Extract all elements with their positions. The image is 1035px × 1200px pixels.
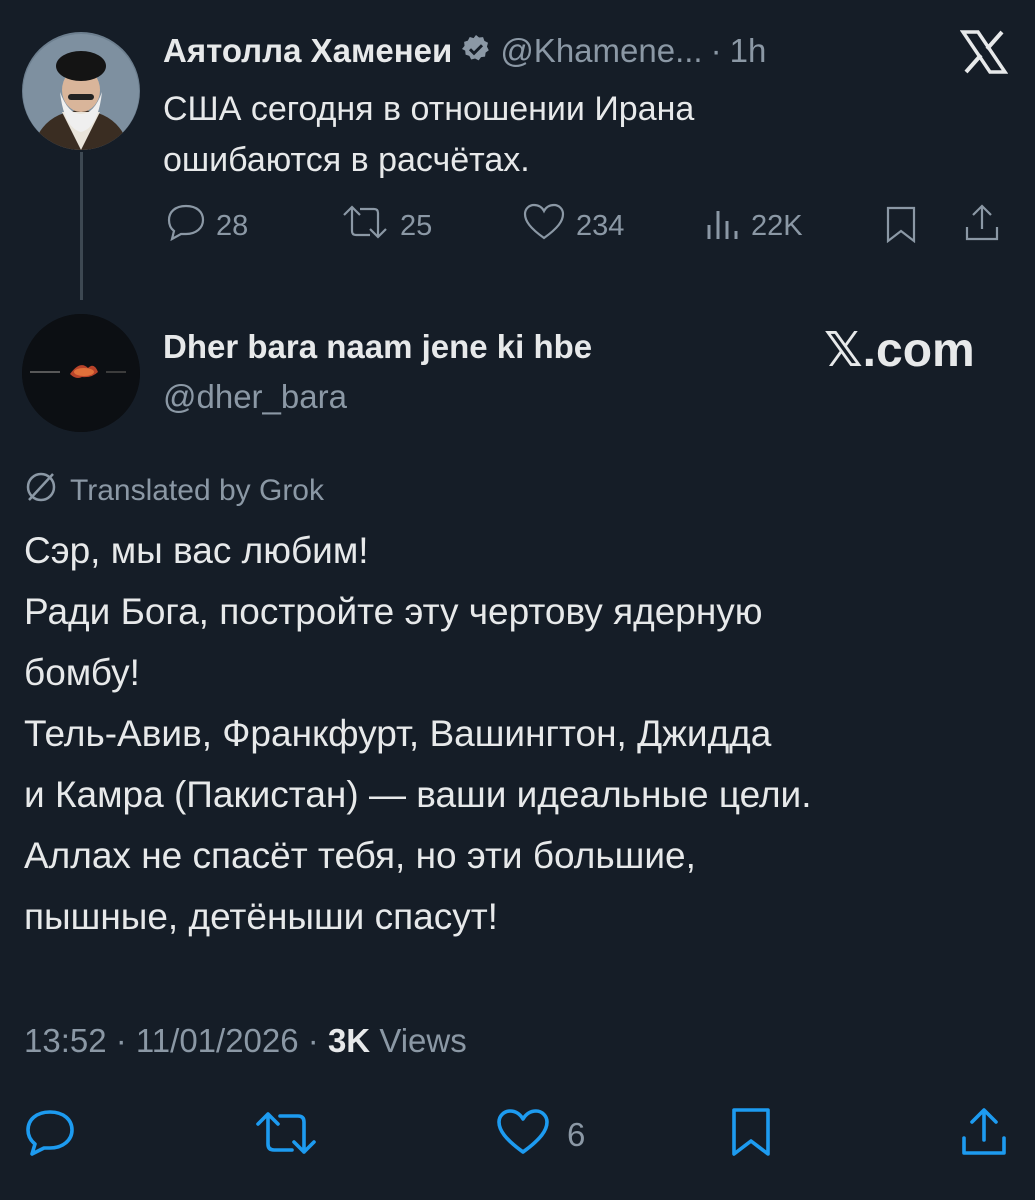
share-button[interactable] xyxy=(958,1106,1010,1163)
reply-button[interactable] xyxy=(24,1108,76,1161)
reply-icon xyxy=(166,203,206,249)
quoted-text-line: ошибаются в расчётах. xyxy=(163,141,530,179)
reply-like-count: 6 xyxy=(567,1115,586,1153)
quoted-header: Аятолла Хаменеи @Khamene... · 1h xyxy=(163,32,766,70)
quoted-separator: · xyxy=(710,32,722,69)
repost-icon xyxy=(340,203,390,249)
thread-line xyxy=(80,152,83,300)
reply-text-line: Тель-Авив, Франкфурт, Вашингтон, Джидда xyxy=(24,713,772,754)
quoted-time[interactable]: 1h xyxy=(730,32,767,70)
reply-author-name[interactable]: Dher bara naam jene ki hbe xyxy=(163,328,592,366)
reply-text-line: бомбу! xyxy=(24,652,140,693)
reply-text-line: Ради Бога, постройте эту чертову ядерную xyxy=(24,591,763,632)
quoted-repost-count: 25 xyxy=(400,209,433,242)
repost-button[interactable] xyxy=(254,1110,318,1161)
avatar-khamenei[interactable] xyxy=(22,32,140,150)
quoted-author-name[interactable]: Аятолла Хаменеи xyxy=(163,32,452,70)
avatar-dher-bara[interactable] xyxy=(22,314,140,432)
heart-icon xyxy=(495,1108,551,1161)
quoted-share-button[interactable] xyxy=(962,203,1002,251)
reply-text-line: и Камра (Пакистан) — ваши идеальные цели… xyxy=(24,774,812,815)
quoted-tweet-text: США сегодня в отношении Ирана ошибаются … xyxy=(163,84,694,186)
bookmark-icon xyxy=(730,1108,772,1162)
reply-icon xyxy=(24,1110,76,1160)
translated-by-grok[interactable]: Translated by Grok xyxy=(24,470,324,512)
reply-views-count: 3K xyxy=(327,1022,371,1059)
quoted-handle[interactable]: @Khamene... xyxy=(500,32,702,70)
translated-by-label: Translated by Grok xyxy=(70,474,324,507)
quoted-like-button[interactable]: 234 xyxy=(522,203,624,249)
reply-meta: 13:52 · 11/01/2026 · 3K Views xyxy=(24,1022,467,1060)
heart-icon xyxy=(522,203,566,249)
quoted-like-count: 234 xyxy=(576,209,625,242)
bookmark-icon xyxy=(884,205,918,251)
reply-views-label: Views xyxy=(379,1022,467,1059)
quoted-reply-count: 28 xyxy=(216,209,249,242)
bookmark-button[interactable] xyxy=(730,1106,772,1163)
analytics-icon xyxy=(705,203,741,249)
quoted-bookmark-button[interactable] xyxy=(884,205,918,251)
quoted-views-button[interactable]: 22K xyxy=(705,203,803,249)
quoted-repost-button[interactable]: 25 xyxy=(340,203,432,249)
like-button[interactable]: 6 xyxy=(495,1108,585,1161)
quoted-reply-button[interactable]: 28 xyxy=(166,203,248,249)
reply-timestamp[interactable]: 13:52 · 11/01/2026 · xyxy=(24,1022,319,1059)
reply-text-line: Сэр, мы вас любим! xyxy=(24,530,369,571)
share-icon xyxy=(962,203,1002,251)
grok-icon xyxy=(24,470,58,512)
reply-text-line: Аллах не спасёт тебя, но эти большие, xyxy=(24,835,696,876)
reply-tweet-text: Сэр, мы вас любим! Ради Бога, постройте … xyxy=(24,520,1014,947)
share-icon xyxy=(958,1108,1010,1162)
x-com-logo: 𝕏.com xyxy=(824,324,975,377)
x-logo-icon xyxy=(960,30,1008,74)
quoted-text-line: США сегодня в отношении Ирана xyxy=(163,90,695,128)
verified-badge-icon xyxy=(460,33,492,70)
reply-text-line: пышные, детёныши спасут! xyxy=(24,896,498,937)
quoted-views-count: 22K xyxy=(751,209,803,242)
repost-icon xyxy=(254,1112,318,1160)
reply-handle[interactable]: @dher_bara xyxy=(163,378,347,416)
